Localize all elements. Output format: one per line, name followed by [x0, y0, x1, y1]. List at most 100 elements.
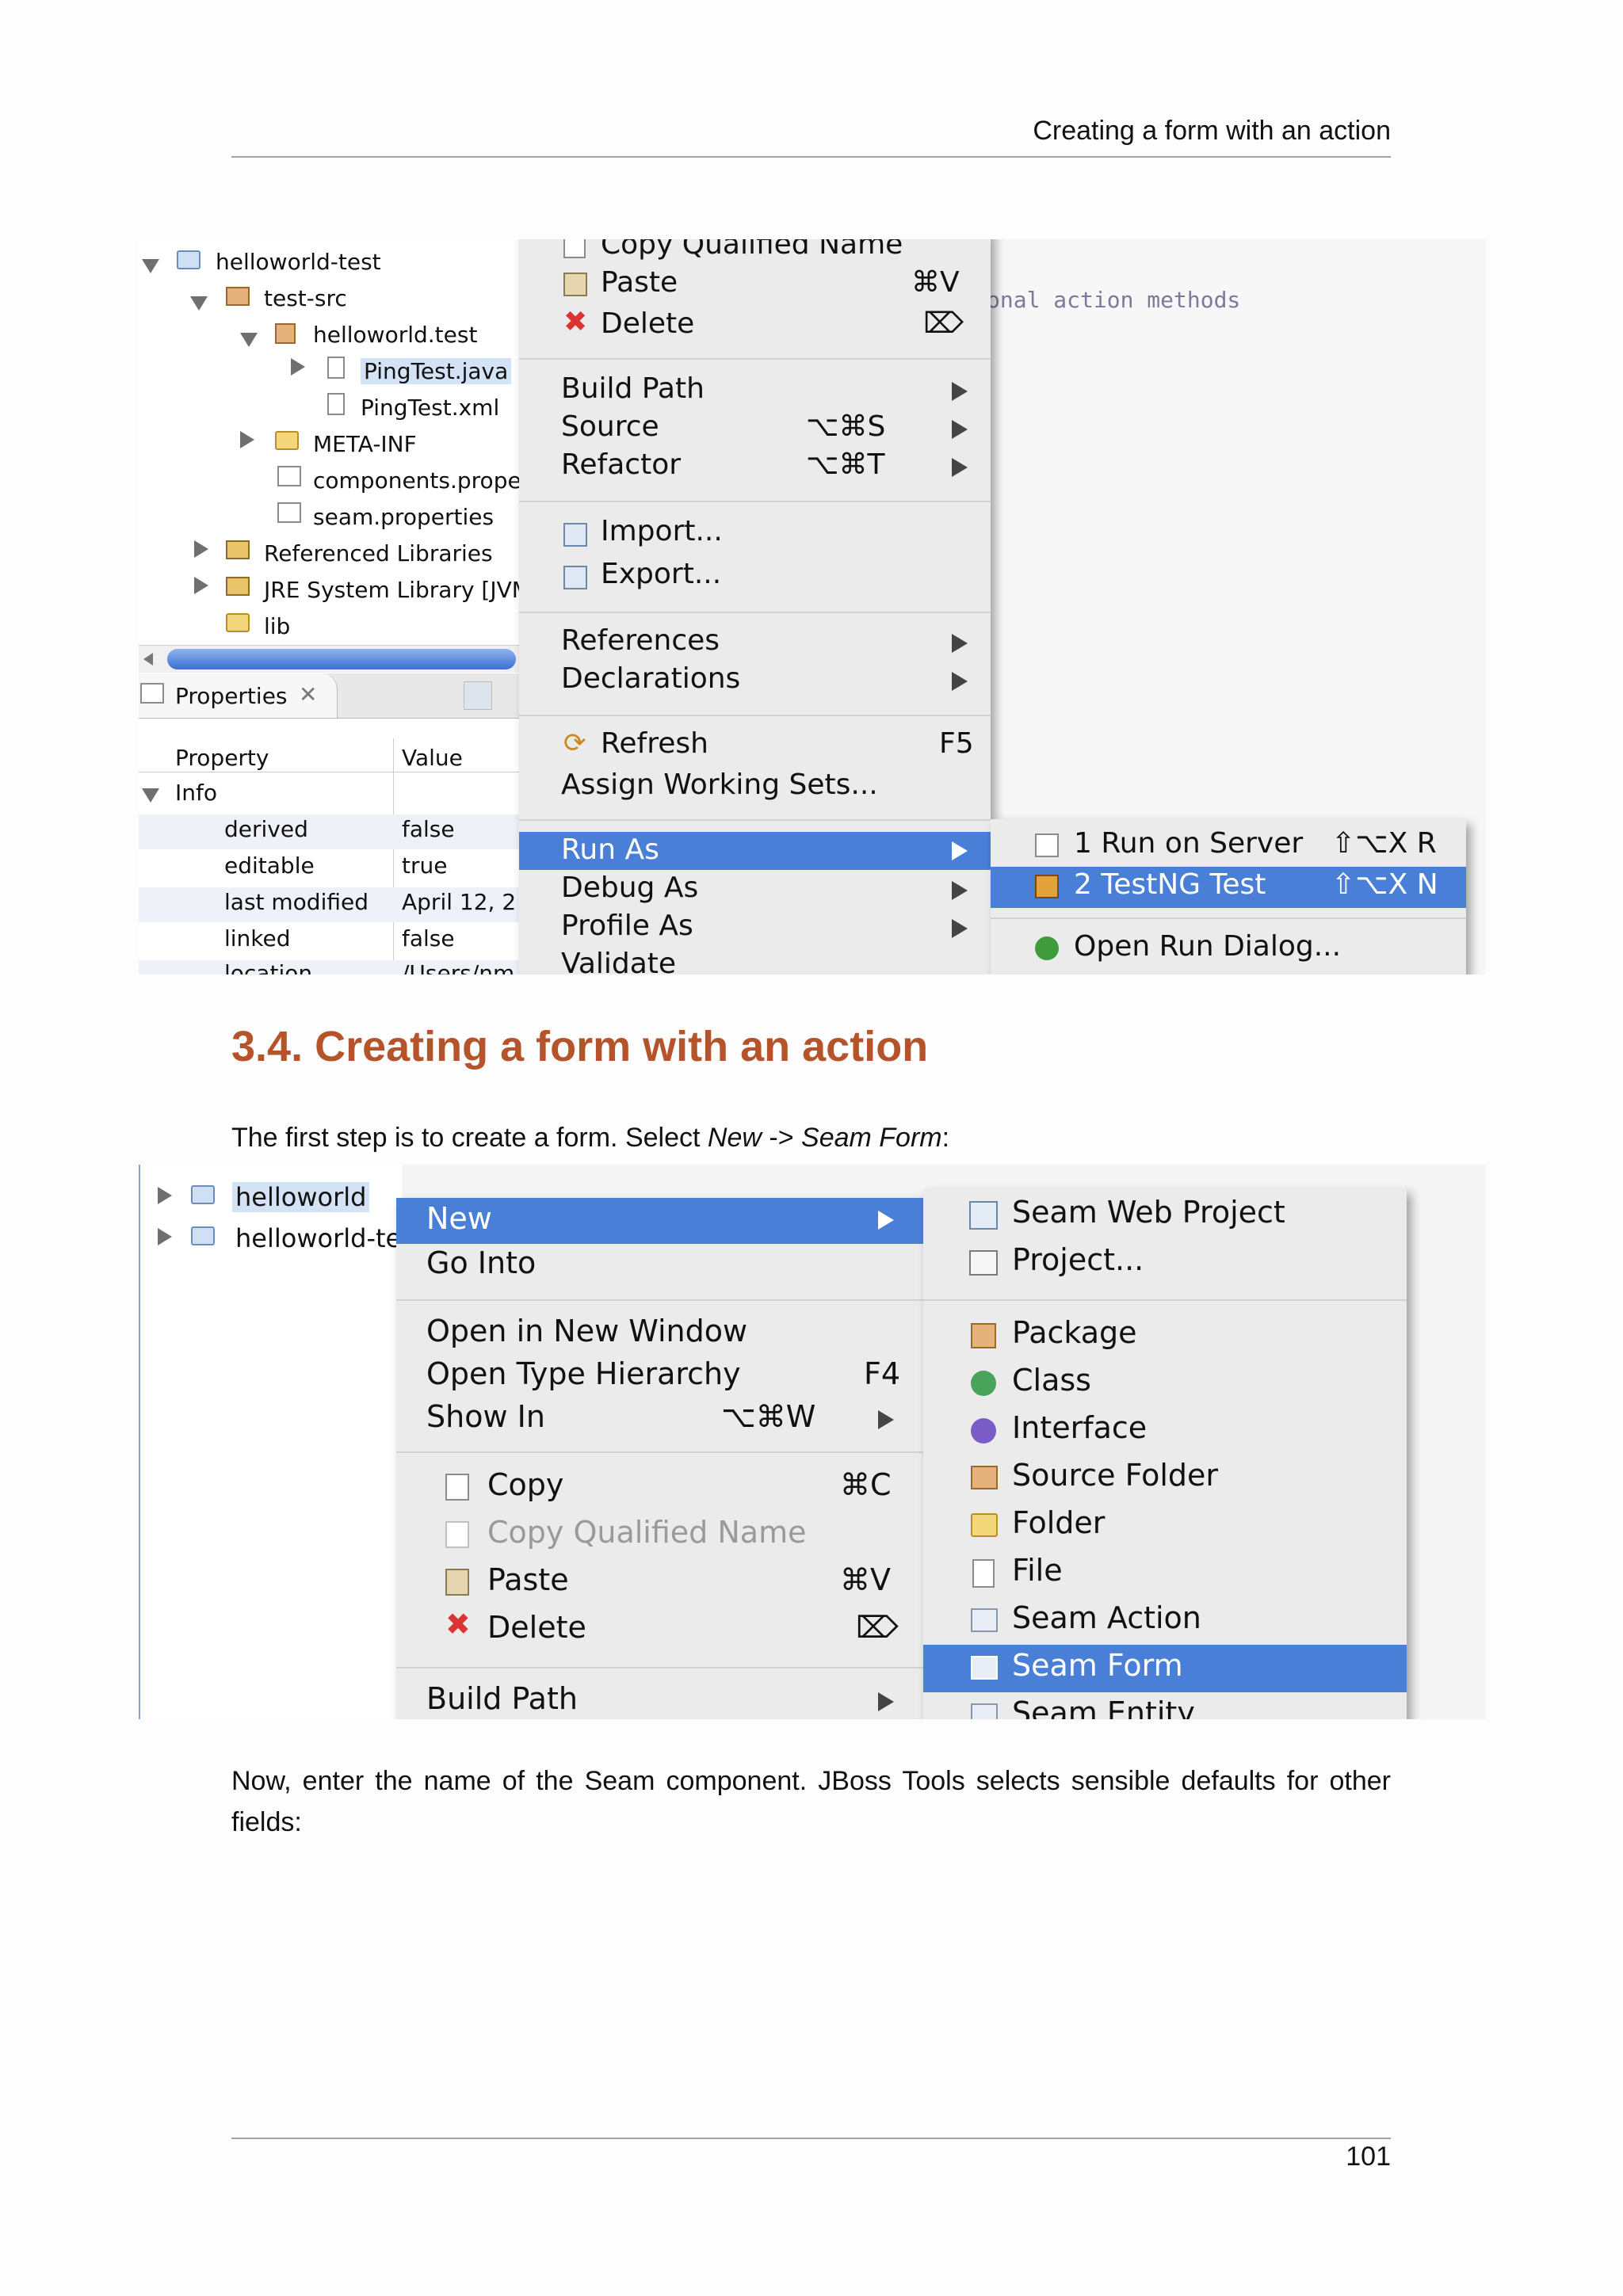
tree-item-pingtest-xml[interactable]: PingTest.xml [361, 395, 499, 421]
tree-item-helloworld-test[interactable]: helloworld-test [216, 249, 381, 275]
menu-item-new[interactable]: New [396, 1198, 923, 1244]
menu-item-copy-qualified-name[interactable]: Copy Qualified Name [519, 239, 991, 261]
submenu-item-class[interactable]: Class [923, 1360, 1407, 1407]
package-explorer: helloworld-test test-src helloworld.test… [139, 239, 531, 667]
collapse-arrow-icon[interactable] [158, 1187, 172, 1204]
copy-icon [563, 239, 586, 258]
menu-item-export[interactable]: Export... [519, 558, 991, 601]
tree-item-components-properties[interactable]: components.prope [313, 467, 521, 494]
column-header-value[interactable]: Value [402, 745, 463, 771]
intro-suffix: : [941, 1123, 950, 1153]
delete-icon: ✖ [445, 1607, 471, 1642]
menu-item-import[interactable]: Import... [519, 515, 991, 558]
collapse-arrow-icon[interactable] [240, 431, 254, 448]
menu-item-build-path[interactable]: Build Path [396, 1678, 923, 1719]
menu-item-open-in-new-window[interactable]: Open in New Window [396, 1312, 923, 1355]
menu-item-refactor[interactable]: Refactor ⌥⌘T [519, 448, 991, 488]
submenu-item-folder[interactable]: Folder [923, 1502, 1407, 1550]
submenu-item-seam-web-project[interactable]: Seam Web Project [923, 1192, 1407, 1239]
menu-item-references[interactable]: References [519, 624, 991, 664]
submenu-item-testng-test[interactable]: 2 TestNG Test ⇧⌥X N [991, 867, 1466, 908]
menu-item-paste[interactable]: Paste ⌘V [519, 266, 991, 306]
menu-item-copy[interactable]: Copy ⌘C [396, 1464, 923, 1512]
collapse-arrow-icon[interactable] [291, 358, 305, 376]
project-icon [177, 250, 200, 269]
menu-item-copy-qualified-name[interactable]: Copy Qualified Name [396, 1512, 923, 1559]
column-header-property[interactable]: Property [175, 745, 269, 771]
menu-item-paste[interactable]: Paste ⌘V [396, 1559, 923, 1607]
interface-icon [971, 1418, 996, 1444]
menu-item-refresh[interactable]: ⟳ Refresh F5 [519, 727, 991, 769]
seam-form-icon [971, 1656, 998, 1680]
expand-arrow-icon[interactable] [142, 259, 159, 273]
submenu-item-seam-entity[interactable]: Seam Entity [923, 1692, 1407, 1719]
submenu-item-run-on-server[interactable]: 1 Run on Server ⇧⌥X R [991, 827, 1466, 867]
menu-item-delete[interactable]: ✖ Delete ⌦ [519, 306, 991, 347]
tree-item-referenced-libraries[interactable]: Referenced Libraries [264, 540, 493, 566]
tree-item-helloworld-test-package[interactable]: helloworld.test [313, 322, 477, 348]
scrollbar-thumb[interactable] [167, 649, 516, 669]
submenu-item-project[interactable]: Project... [923, 1239, 1407, 1287]
submenu-item-source-folder[interactable]: Source Folder [923, 1455, 1407, 1502]
menu-item-validate[interactable]: Validate [519, 948, 991, 974]
xml-file-icon [327, 393, 345, 415]
tree-item-meta-inf[interactable]: META-INF [313, 431, 417, 457]
page-number: 101 [1346, 2142, 1391, 2172]
screenshot-run-as-menu: onal action methods helloworld-test test… [139, 239, 1486, 974]
scroll-left-icon[interactable] [143, 653, 153, 666]
copy-icon [445, 1521, 469, 1548]
property-group-info[interactable]: Info [175, 780, 217, 806]
expand-arrow-icon[interactable] [142, 788, 159, 803]
properties-file-icon [277, 466, 301, 486]
menu-item-delete[interactable]: ✖ Delete ⌦ [396, 1607, 923, 1654]
project-icon [191, 1185, 215, 1204]
menu-item-debug-as[interactable]: Debug As [519, 871, 991, 910]
menu-item-show-in[interactable]: Show In ⌥⌘W [396, 1398, 923, 1440]
menu-item-open-type-hierarchy[interactable]: Open Type Hierarchy F4 [396, 1355, 923, 1398]
submenu-item-package[interactable]: Package [923, 1312, 1407, 1360]
menu-item-profile-as[interactable]: Profile As [519, 910, 991, 948]
running-header: Creating a form with an action [1033, 116, 1391, 146]
submenu-arrow-icon [878, 1692, 894, 1711]
properties-tab-label[interactable]: Properties [175, 683, 288, 709]
testng-icon [1035, 875, 1059, 898]
collapse-arrow-icon[interactable] [194, 540, 208, 558]
tree-item-helloworld[interactable]: helloworld [232, 1182, 370, 1212]
expand-arrow-icon[interactable] [190, 296, 208, 311]
property-value: false [402, 816, 455, 842]
submenu-arrow-icon [952, 841, 968, 860]
tree-item-seam-properties[interactable]: seam.properties [313, 504, 494, 530]
submenu-item-seam-form[interactable]: Seam Form [923, 1645, 1407, 1692]
expand-arrow-icon[interactable] [240, 333, 258, 347]
menu-item-declarations[interactable]: Declarations [519, 662, 991, 702]
paste-icon [445, 1569, 469, 1596]
collapse-arrow-icon[interactable] [158, 1228, 172, 1245]
property-name: linked [224, 925, 291, 952]
menu-item-run-as[interactable]: Run As [519, 832, 991, 870]
tree-item-lib[interactable]: lib [264, 613, 290, 639]
property-name: location [224, 960, 313, 974]
submenu-arrow-icon [952, 382, 968, 401]
server-icon [1035, 833, 1059, 857]
run-icon [1035, 936, 1059, 960]
close-tab-icon[interactable]: ✕ [299, 681, 317, 707]
submenu-item-open-run-dialog[interactable]: Open Run Dialog... [991, 930, 1466, 973]
tree-item-helloworld-test[interactable]: helloworld-te [235, 1223, 401, 1253]
tree-item-jre-system-library[interactable]: JRE System Library [JVM [264, 577, 531, 603]
submenu-item-seam-action[interactable]: Seam Action [923, 1597, 1407, 1645]
menu-item-assign-working-sets[interactable]: Assign Working Sets... [519, 769, 991, 810]
tree-item-pingtest-java[interactable]: PingTest.java [361, 358, 512, 384]
menu-item-go-into[interactable]: Go Into [396, 1244, 923, 1287]
package-explorer: helloworld helloworld-te [139, 1165, 402, 1719]
horizontal-scrollbar[interactable] [139, 645, 519, 673]
collapse-arrow-icon[interactable] [194, 577, 208, 594]
show-categories-icon[interactable] [464, 681, 492, 710]
submenu-item-file[interactable]: File [923, 1550, 1407, 1597]
file-icon [972, 1559, 995, 1588]
tree-item-test-src[interactable]: test-src [264, 285, 347, 311]
property-value: April 12, 2 [402, 889, 517, 915]
submenu-item-interface[interactable]: Interface [923, 1407, 1407, 1455]
menu-item-build-path[interactable]: Build Path [519, 372, 991, 412]
project-wizard-icon [969, 1250, 998, 1276]
menu-item-source[interactable]: Source ⌥⌘S [519, 410, 991, 450]
